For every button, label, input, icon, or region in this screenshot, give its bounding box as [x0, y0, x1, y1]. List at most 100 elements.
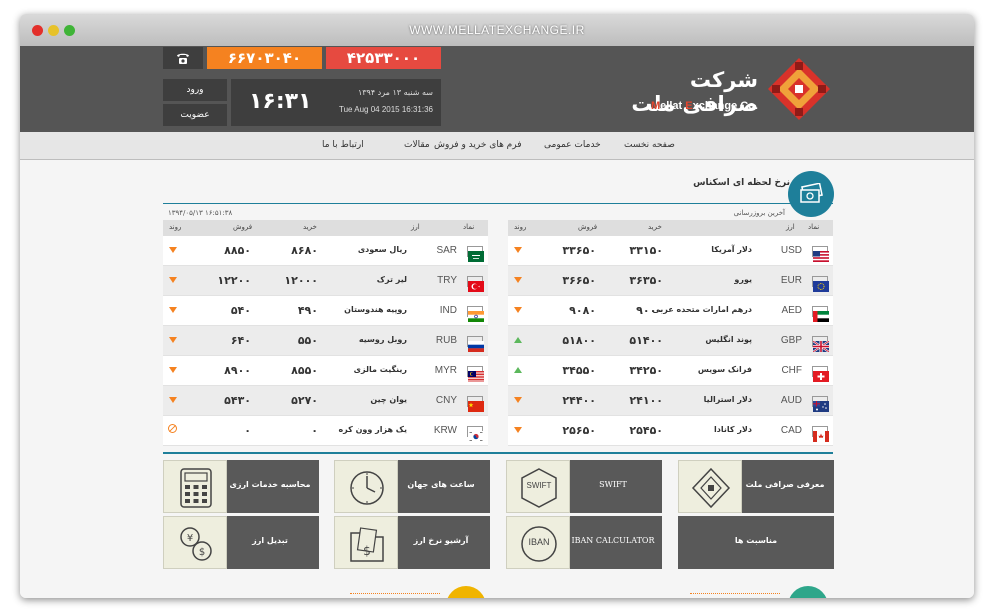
about-company-tile[interactable]: معرفی صرافی ملت [678, 460, 834, 513]
phone-number-1[interactable]: ۶۶۷۰۳۰۴۰ [207, 47, 322, 69]
rates-badge [788, 171, 834, 217]
menu-item-services[interactable]: خدمات عمومی [544, 140, 601, 150]
section-divider [163, 452, 833, 454]
svg-text:$: $ [199, 547, 205, 558]
menu-item-home[interactable]: صفحه نخست [624, 140, 675, 150]
flag-icon-gb [812, 336, 830, 353]
header-symbol: نماد [463, 223, 475, 231]
buy-price: ۱۲۰۰۰ [284, 274, 318, 287]
tile-label: SWIFT [599, 480, 627, 489]
sell-price: ۱۲۲۰۰ [217, 274, 251, 287]
svg-text:¥: ¥ [187, 533, 193, 544]
date-gregorian: Tue Aug 04 2015 16:31:36 [338, 105, 433, 114]
sell-price: ۸۸۵۰ [224, 244, 251, 257]
site-logo[interactable]: شرکت صرافی ملت Mellat Exchange Co. [612, 56, 832, 130]
header-currency: ارز [411, 223, 420, 231]
table-row[interactable]: AUD دلار استرالیا ۲۴۱۰۰ ۲۴۴۰۰ [508, 386, 833, 416]
rates-table-left: نماد ارز خرید فروش روند SAR ریال سعودی ۸۶۸… [163, 220, 488, 446]
currency-code: AED [781, 305, 802, 316]
last-update-date: ۱۳۹۴/۰۵/۱۳ ۱۶:۵۱:۳۸ [168, 209, 233, 217]
sell-price: ۹۰۸۰ [569, 304, 596, 317]
currency-name: دلار آمریکا [711, 245, 752, 254]
buy-price: ۰ [311, 424, 318, 437]
menu-item-contact[interactable]: ارتباط با ما [322, 140, 364, 150]
table-row[interactable]: RUB روبل روسیه ۵۵۰ ۶۴۰ [163, 326, 488, 356]
currency-calculator-tile[interactable]: محاسبه خدمات ارزی [163, 460, 319, 513]
tile-label: IBAN CALCULATOR [571, 536, 655, 545]
currency-name: لیر ترک [376, 275, 407, 284]
table-row[interactable]: AED درهم امارات متحده عربی ۹۰۰۰ ۹۰۸۰ [508, 296, 833, 326]
archive-folder-icon: $ [350, 527, 384, 562]
currency-code: KRW [433, 425, 457, 436]
flag-icon-ch [812, 366, 829, 382]
flag-icon-eu [812, 276, 829, 292]
table-row[interactable]: GBP پوند انگلیس ۵۱۴۰۰ ۵۱۸۰۰ [508, 326, 833, 356]
site-header: شرکت صرافی ملت Mellat Exchange Co. ۶۶۷۰۳… [20, 46, 974, 132]
main-content: نرخ لحظه ای اسکناس آخرین بروزرسانی ۱۳۹۴/… [20, 160, 974, 582]
login-button[interactable]: ورود [163, 79, 227, 101]
address-url: WWW.MELLATEXCHANGE.IR [409, 23, 585, 37]
menu-item-articles[interactable]: مقالات [404, 140, 430, 150]
currency-name: یورو [734, 275, 752, 284]
table-row[interactable]: CHF فرانک سویس ۳۴۲۵۰ ۳۴۵۵۰ [508, 356, 833, 386]
clock-panel: ۱۶:۳۱ سه شنبه ۱۳ مرد ۱۳۹۴ Tue Aug 04 201… [231, 79, 441, 126]
sell-price: ۳۴۵۵۰ [562, 364, 596, 377]
table-row[interactable]: SAR ریال سعودی ۸۶۸۰ ۸۸۵۰ [163, 236, 488, 266]
sell-price: ۵۱۸۰۰ [562, 334, 596, 347]
table-header: نماد ارز خرید فروش روند [508, 220, 833, 236]
iban-calculator-tile[interactable]: IBAN IBAN CALCULATOR [506, 516, 662, 569]
buy-price: ۲۴۱۰۰ [629, 394, 663, 407]
trend-down-arrow-icon [514, 307, 522, 313]
trend-down-arrow-icon [514, 397, 522, 403]
table-row[interactable]: USD دلار آمریکا ۳۳۱۵۰ ۳۳۶۵۰ [508, 236, 833, 266]
table-row[interactable]: CAD دلار کانادا ۲۵۴۵۰ ۲۵۶۵۰ [508, 416, 833, 446]
occasions-tile[interactable]: مناسبت ها [678, 516, 834, 569]
table-row[interactable]: EUR یورو ۳۶۳۵۰ ۳۶۶۵۰ [508, 266, 833, 296]
currency-name: روبل روسیه [358, 335, 407, 344]
currency-name: رینگیت مالزی [353, 365, 407, 374]
buy-price: ۸۶۸۰ [291, 244, 318, 257]
table-row[interactable]: IND روپیه هندوستان ۴۹۰ ۵۴۰ [163, 296, 488, 326]
news-badge-yellow [446, 586, 486, 598]
table-row[interactable]: MYR رینگیت مالزی ۸۵۵۰ ۸۹۰۰ [163, 356, 488, 386]
clock-time: ۱۶:۳۱ [249, 89, 312, 114]
table-row[interactable]: TRY لیر ترک ۱۲۰۰۰ ۱۲۲۰۰ [163, 266, 488, 296]
buy-price: ۴۹۰ [297, 304, 318, 317]
currency-code: USD [780, 245, 802, 256]
trend-down-arrow-icon [169, 247, 177, 253]
phone-badge [163, 47, 203, 69]
table-body: USD دلار آمریکا ۳۳۱۵۰ ۳۳۶۵۰ EUR یورو ۳۶۳۵۰ ۳۶۶۵… [508, 236, 833, 446]
flag-icon-kr [467, 426, 484, 442]
swift-tile[interactable]: SWIFT SWIFT [506, 460, 662, 513]
sell-price: ۲۴۴۰۰ [562, 394, 596, 407]
trend-unavailable-icon [168, 424, 177, 433]
buy-price: ۸۵۵۰ [291, 364, 318, 377]
flag-icon-in [467, 306, 484, 322]
flag-icon-us [812, 246, 829, 262]
flag-icon-au [812, 396, 829, 412]
trend-down-arrow-icon [169, 367, 177, 373]
tile-label: مناسبت ها [734, 536, 778, 545]
currency-code: SAR [436, 245, 457, 256]
currency-code: CNY [435, 395, 457, 406]
banknote-icon [800, 183, 823, 203]
currency-convert-tile[interactable]: ¥ $ تبدیل ارز [163, 516, 319, 569]
signup-button[interactable]: عضویت [163, 104, 227, 126]
title-bar: WWW.MELLATEXCHANGE.IR [20, 14, 974, 46]
header-buy: خرید [303, 223, 317, 231]
telephone-icon [177, 53, 189, 64]
currency-code: GBP [780, 335, 802, 346]
table-row[interactable]: CNY یوان چین ۵۲۷۰ ۵۴۳۰ [163, 386, 488, 416]
phone-number-2[interactable]: ۴۲۵۳۳۰۰۰ [326, 47, 441, 69]
sell-price: ۵۴۰ [230, 304, 251, 317]
currency-code: TRY [437, 275, 457, 286]
flag-icon-tr [467, 276, 484, 292]
svg-text:$: $ [363, 544, 371, 558]
currency-name: ریال سعودی [357, 245, 407, 254]
world-clocks-tile[interactable]: ساعت های جهان [334, 460, 490, 513]
browser-window: WWW.MELLATEXCHANGE.IR شرکت صرافی ملت Mel… [20, 14, 974, 598]
rate-archive-tile[interactable]: $ آرشیو نرخ ارز [334, 516, 490, 569]
menu-item-forms[interactable]: فرم های خرید و فروش [434, 140, 522, 150]
flag-icon-sa [467, 246, 484, 262]
table-row[interactable]: KRW یک هزار وون کره ۰ ۰ [163, 416, 488, 446]
